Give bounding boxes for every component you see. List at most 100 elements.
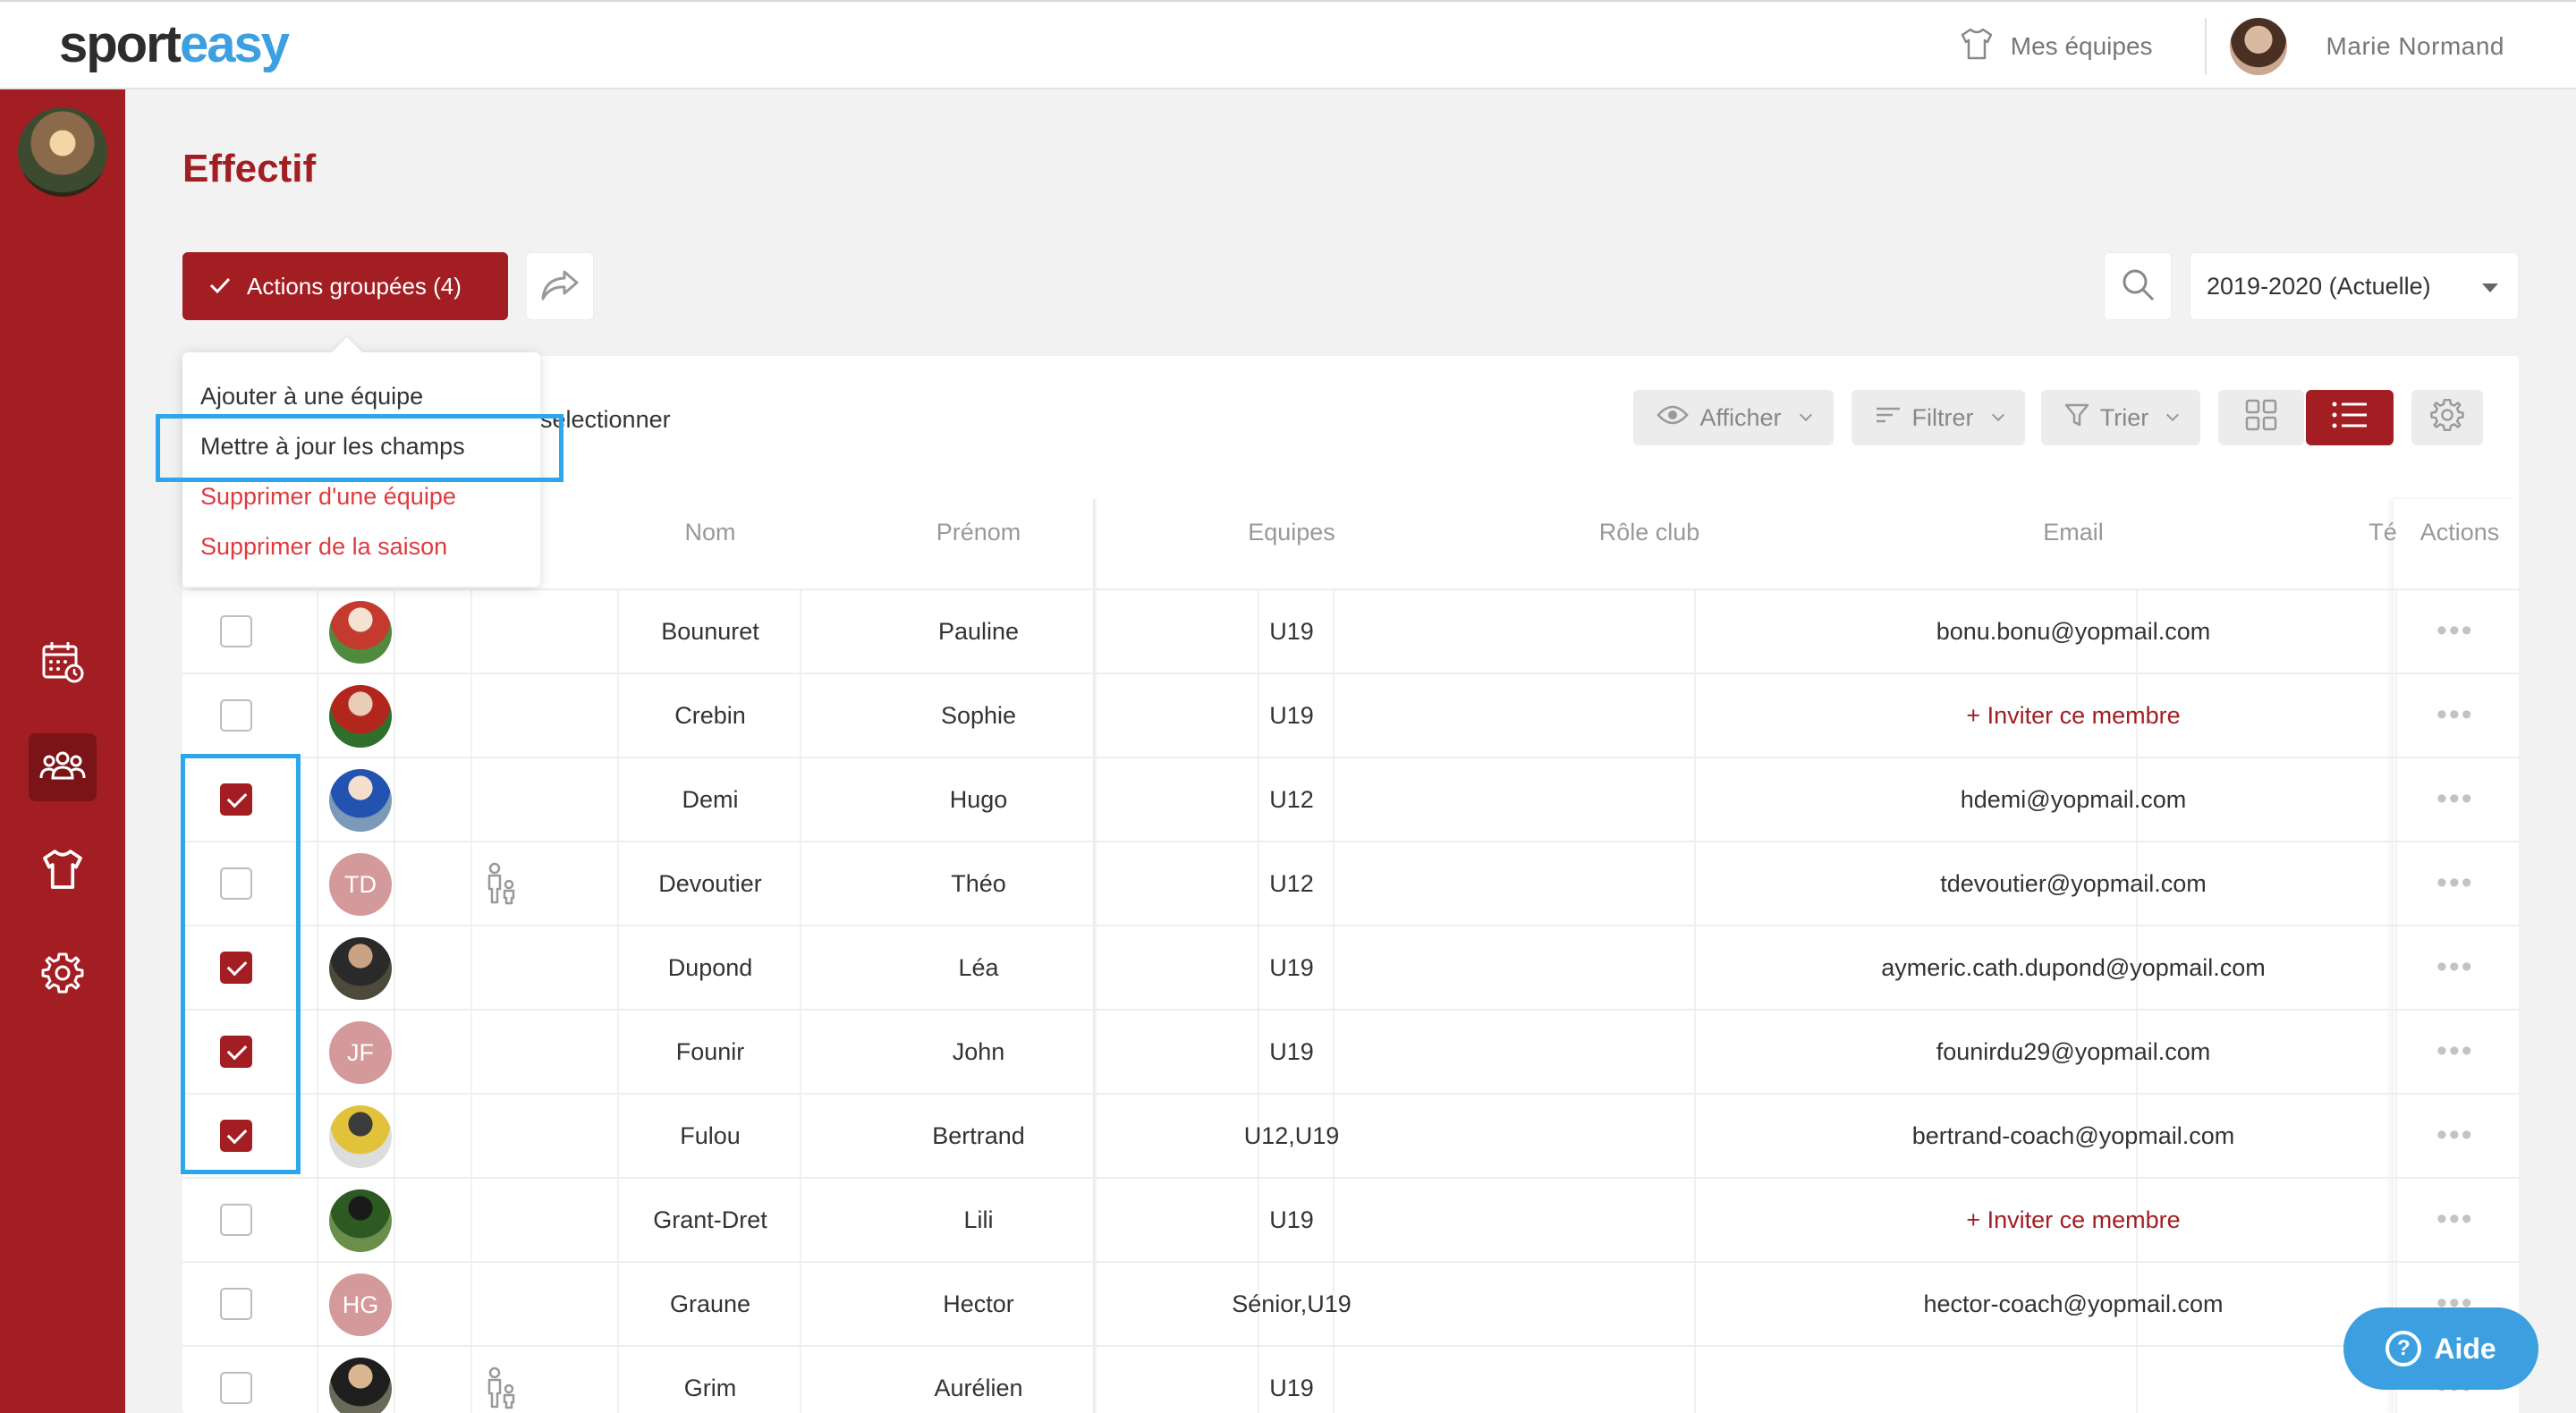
row-actions-menu-icon[interactable]: ••• [2436,1204,2474,1234]
member-initials-avatar[interactable]: TD [329,853,392,916]
column-separator [800,926,801,1009]
menu-item-add-to-team[interactable]: Ajouter à une équipe [200,383,423,410]
row-actions-menu-icon[interactable]: ••• [2436,783,2474,814]
group-actions-button[interactable]: Actions groupées (4) [182,252,508,320]
table-row[interactable]: TD Devoutier Théo U12 tdevoutier@yopmail.com… [182,841,2519,925]
column-separator [2395,842,2397,925]
sort-button[interactable]: Trier [2041,390,2200,445]
column-separator [1258,1011,1259,1093]
menu-item-remove-from-season[interactable]: Supprimer de la saison [200,533,447,561]
column-separator [2395,1179,2397,1261]
column-separator [1333,1347,1335,1413]
column-separator [317,1263,318,1345]
column-header-tel[interactable]: Té [2368,519,2397,546]
table-row[interactable]: Crebin Sophie U19 + Inviter ce membre ••• [182,673,2519,757]
cell-email: hdemi@yopmail.com [1960,785,2187,813]
row-checkbox[interactable] [220,1288,252,1320]
row-checkbox[interactable] [220,1204,252,1236]
display-label: Afficher [1699,403,1782,431]
member-initials-avatar[interactable]: HG [329,1273,392,1336]
row-checkbox[interactable] [220,1372,252,1404]
column-separator [394,590,395,673]
row-actions-menu-icon[interactable]: ••• [2436,615,2474,646]
member-photo[interactable] [329,1189,392,1252]
club-avatar[interactable] [18,107,107,197]
column-header-email[interactable]: Email [2043,519,2104,546]
column-separator [1333,674,1335,757]
list-view-button[interactable] [2306,390,2394,445]
row-actions-menu-icon[interactable]: ••• [2436,1036,2474,1066]
user-name[interactable]: Marie Normand [2326,32,2504,61]
table-row[interactable]: JF Founir John U19 founirdu29@yopmail.com ••• [182,1009,2519,1093]
share-button[interactable] [526,252,594,320]
table-row[interactable]: GrimAurélienU19••• [182,1345,2519,1413]
question-icon: ? [2385,1331,2422,1366]
column-header-nom[interactable]: Nom [684,519,735,546]
table-row[interactable]: Grant-Dret Lili U19 + Inviter ce membre ••• [182,1177,2519,1261]
column-separator [1694,590,1696,673]
table-row[interactable]: HG Graune Hector Sénior,U19 hector-coach@yop… [182,1261,2519,1345]
column-separator [1333,1011,1335,1093]
row-checkbox[interactable] [220,699,252,732]
member-initials-avatar[interactable]: JF [329,1021,392,1084]
invite-member-link[interactable]: + Inviter ce membre [1966,1179,2180,1261]
table-row[interactable]: Dupond Léa U19 aymeric.cath.dupond@yopmail.… [182,925,2519,1009]
filter-lines-icon [1875,404,1902,432]
filter-button[interactable]: Filtrer [1852,390,2025,445]
user-avatar[interactable] [2229,18,2287,75]
member-photo[interactable] [329,1105,392,1168]
grid-view-button[interactable] [2218,390,2304,445]
invite-member-link[interactable]: + Inviter ce membre [1966,674,2180,757]
column-separator [470,1263,472,1345]
column-separator [1258,1347,1259,1413]
cell-email: aymeric.cath.dupond@yopmail.com [1881,953,2266,981]
row-checkbox[interactable] [220,615,252,647]
column-header-prenom[interactable]: Prénom [936,519,1021,546]
column-separator [394,1179,395,1261]
column-separator [317,842,318,925]
chevron-down-icon [1991,408,2004,422]
row-actions-menu-icon[interactable]: ••• [2436,699,2474,730]
column-separator [1694,926,1696,1009]
search-button[interactable] [2104,252,2172,320]
menu-item-remove-from-team[interactable]: Supprimer d'une équipe [200,483,456,511]
table-settings-button[interactable] [2411,390,2483,445]
column-header-equipes[interactable]: Equipes [1248,519,1335,546]
settings-nav-item[interactable] [29,941,97,1009]
table-row[interactable]: Fulou Bertrand U12,U19 bertrand-coach@yopma… [182,1093,2519,1177]
row-actions-menu-icon[interactable]: ••• [2436,952,2474,982]
column-separator [1333,842,1335,925]
cell-email: founirdu29@yopmail.com [1936,1037,2211,1065]
my-teams-link[interactable]: Mes équipes [1959,18,2207,75]
cell-prenom: Pauline [937,617,1020,645]
row-actions-menu-icon[interactable]: ••• [2436,867,2474,898]
column-separator [394,1011,395,1093]
member-photo[interactable] [329,1358,392,1413]
help-button[interactable]: ? Aide [2343,1307,2538,1390]
column-separator [1333,758,1335,841]
column-header-role[interactable]: Rôle club [1599,519,1700,546]
calendar-nav-item[interactable] [29,630,97,698]
member-photo[interactable] [329,937,392,1000]
chevron-down-icon [2482,283,2498,292]
sporteasy-logo[interactable]: sporteasy [59,14,290,74]
column-separator [1694,758,1696,841]
teams-nav-item[interactable] [29,837,97,905]
display-button[interactable]: Afficher [1633,390,1834,445]
member-photo[interactable] [329,685,392,748]
member-photo[interactable] [329,601,392,664]
table-row[interactable]: Bounuret Pauline U19 bonu.bonu@yopmail.com •… [182,588,2519,673]
cell-equipes: U19 [1269,1374,1314,1401]
column-separator [1333,1179,1335,1261]
table-row[interactable]: Demi Hugo U12 hdemi@yopmail.com ••• [182,757,2519,841]
cell-nom: Bounuret [661,617,759,645]
column-separator [800,1263,801,1345]
member-photo[interactable] [329,769,392,832]
team-members-nav-item[interactable] [29,733,97,801]
season-select[interactable]: 2019-2020 (Actuelle) [2190,252,2519,320]
column-separator [394,1095,395,1177]
gear-icon [40,951,85,1000]
row-actions-menu-icon[interactable]: ••• [2436,1120,2474,1150]
column-separator [1694,1347,1696,1413]
parent-child-icon [483,862,519,910]
